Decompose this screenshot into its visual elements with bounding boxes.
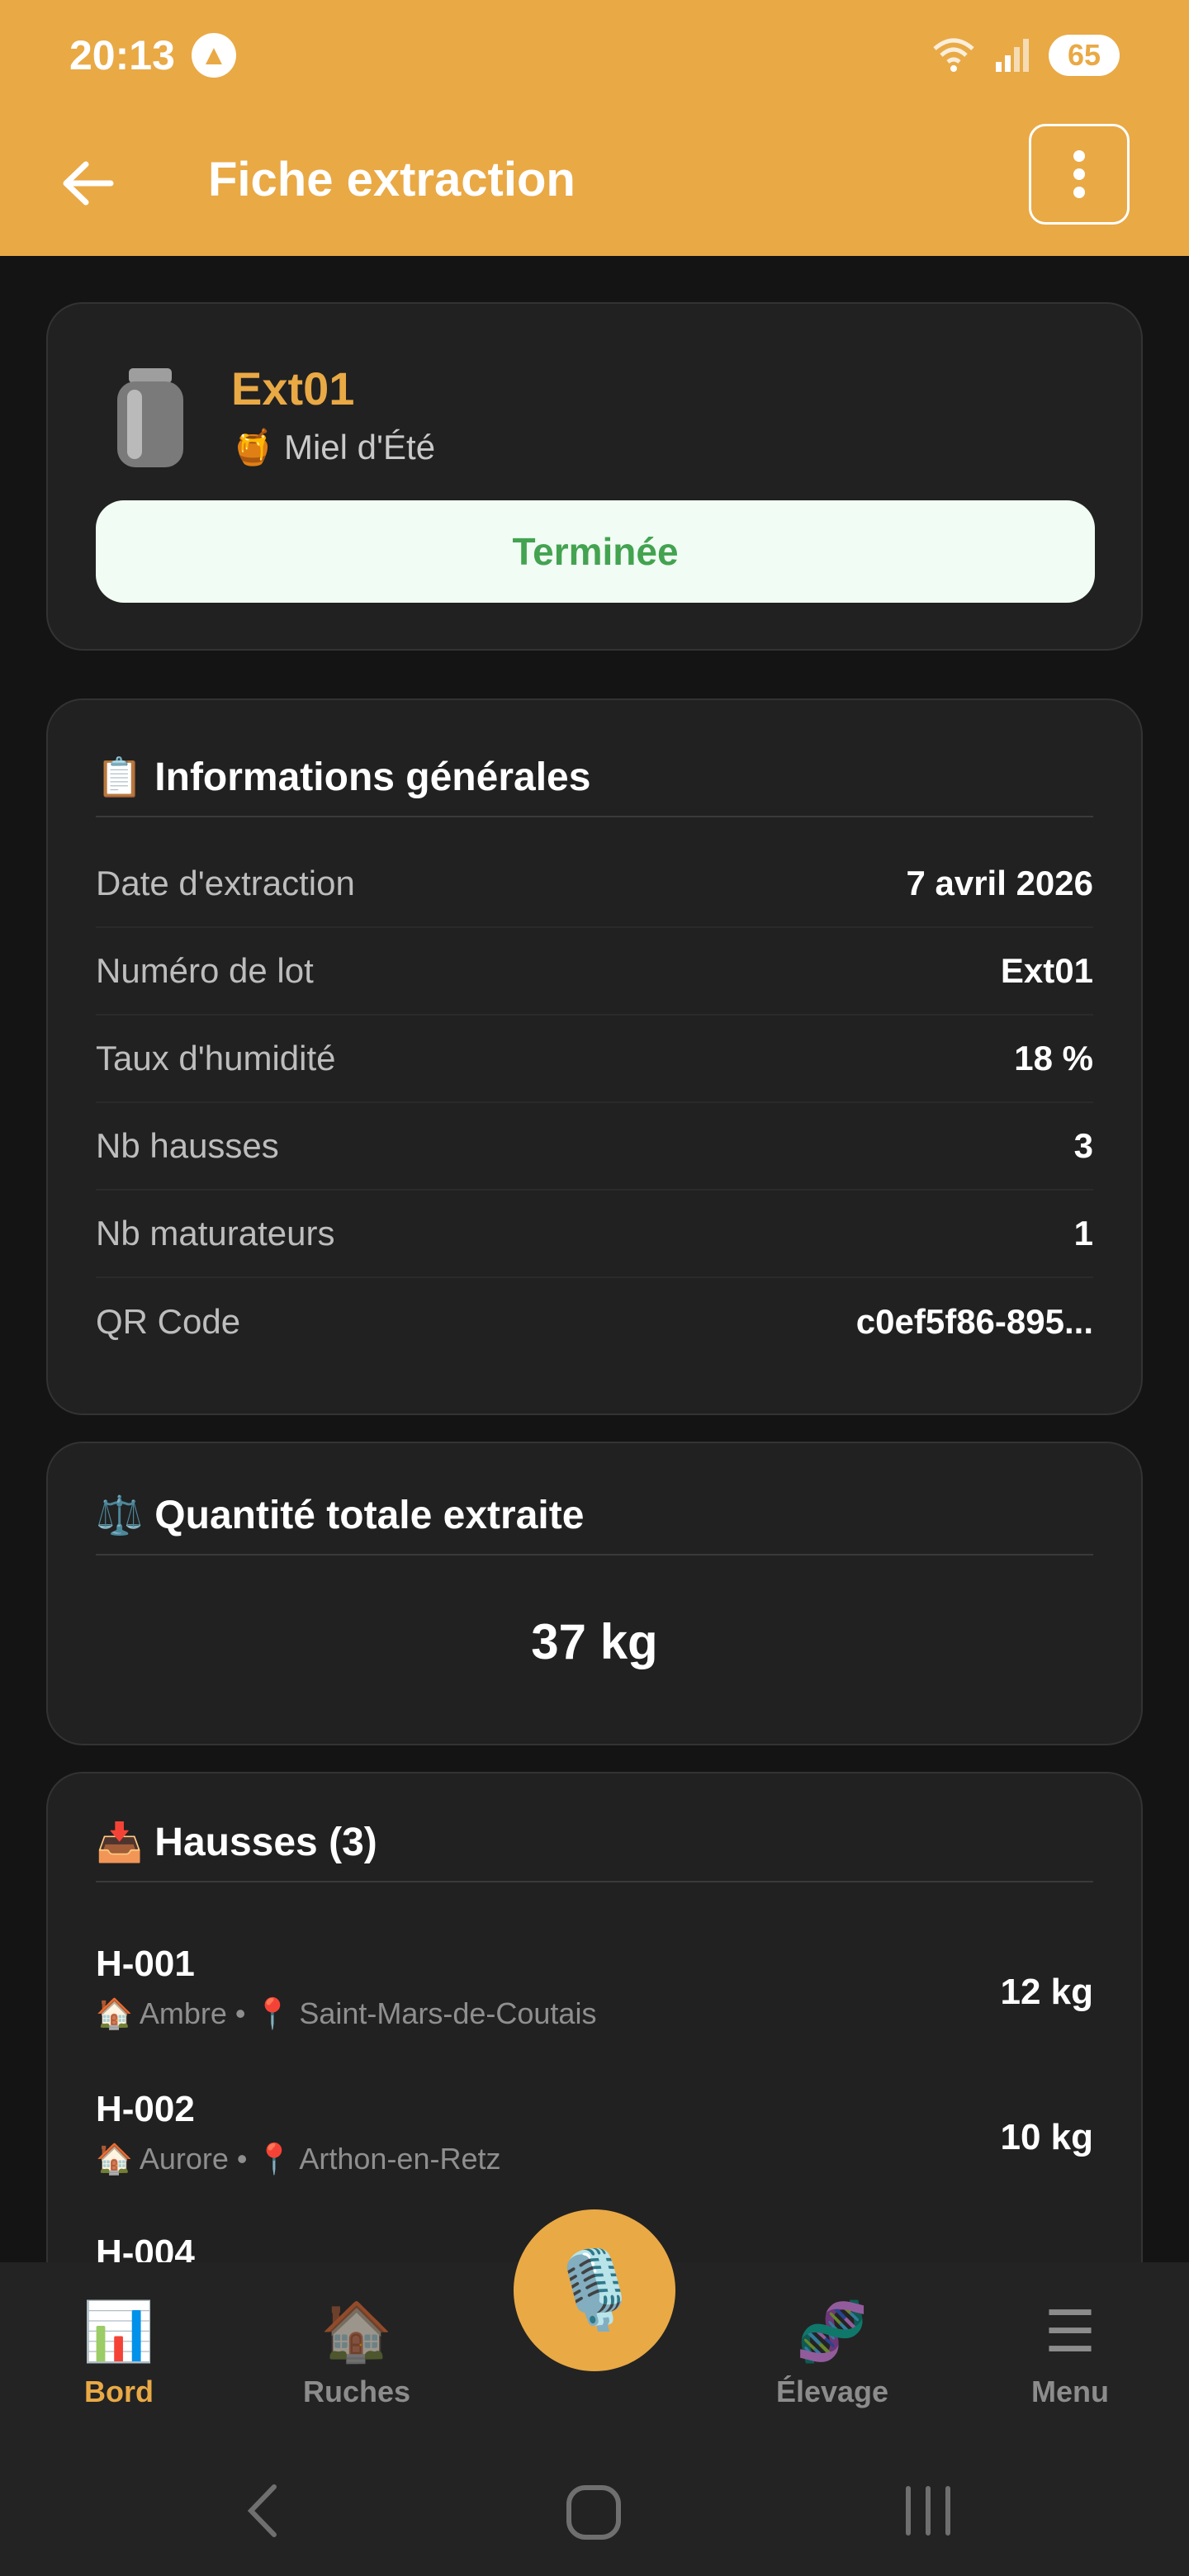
total-header: ⚖️ Quantité totale extraite <box>96 1489 1093 1556</box>
inbox-icon: 📥 <box>96 1820 144 1863</box>
info-row-hausses: Nb hausses 3 <box>96 1103 1093 1191</box>
status-badge: Terminée <box>96 500 1095 603</box>
more-options-button[interactable] <box>1029 124 1130 225</box>
info-row-lot: Numéro de lot Ext01 <box>96 928 1093 1016</box>
info-row-humidity: Taux d'humidité 18 % <box>96 1016 1093 1103</box>
status-icons: 65 <box>931 35 1120 76</box>
more-vertical-icon <box>1073 150 1085 198</box>
hausse-weight: 10 kg <box>1000 2117 1093 2157</box>
system-recents-icon[interactable] <box>902 2482 955 2540</box>
info-value: 3 <box>1073 1126 1093 1165</box>
hausse-meta: 🏠 Ambre • 📍 Saint-Mars-de-Coutais <box>96 1996 596 2031</box>
dna-icon: 🧬 <box>796 2299 869 2364</box>
nav-item-bord[interactable]: 📊 Bord <box>20 2295 218 2409</box>
section-title: Hausses (3) <box>154 1820 377 1864</box>
info-label: Taux d'humidité <box>96 1039 336 1077</box>
nav-item-menu[interactable]: ☰ Menu <box>971 2295 1169 2409</box>
page-title: Fiche extraction <box>208 153 576 206</box>
nav-item-elevage[interactable]: 🧬 Élevage <box>733 2295 931 2409</box>
separator-dot: • <box>234 1996 254 2030</box>
battery-indicator: 65 <box>1049 35 1120 76</box>
info-label: QR Code <box>96 1302 241 1341</box>
hausse-weight: 12 kg <box>1000 1972 1093 2012</box>
info-row-qr[interactable]: QR Code c0ef5f86-895... <box>96 1278 1093 1366</box>
hausse-meta: 🏠 Aurore • 📍 Arthon-en-Retz <box>96 2142 500 2176</box>
system-back-icon[interactable] <box>238 2482 287 2540</box>
back-button[interactable] <box>48 144 127 223</box>
separator-dot: • <box>236 2142 256 2176</box>
info-value: 1 <box>1073 1214 1093 1252</box>
arrow-left-icon <box>63 161 114 206</box>
signal-icon <box>996 39 1029 72</box>
nav-label: Menu <box>1031 2375 1109 2408</box>
extraction-name: Ext01 <box>231 362 355 414</box>
status-time: 20:13 <box>69 32 175 78</box>
menu-icon: ☰ <box>1044 2299 1097 2364</box>
app-notification-icon: ▲ <box>191 33 236 78</box>
nav-label: Bord <box>84 2375 154 2408</box>
section-title: Informations générales <box>154 755 591 799</box>
nav-label: Élevage <box>775 2375 889 2408</box>
hausses-header: 📥 Hausses (3) <box>96 1816 1093 1882</box>
voice-input-button[interactable]: 🎙️ <box>514 2209 675 2371</box>
info-value: 18 % <box>1014 1039 1093 1077</box>
wifi-icon <box>933 38 974 72</box>
hausse-hive: 🏠 Ambre <box>96 1996 227 2030</box>
section-title: Quantité totale extraite <box>154 1493 585 1537</box>
hausse-place: 📍 Arthon-en-Retz <box>255 2142 501 2176</box>
clipboard-icon: 📋 <box>96 755 144 798</box>
general-info-header: 📋 Informations générales <box>96 751 1093 817</box>
scale-icon: ⚖️ <box>96 1493 144 1537</box>
nav-item-ruches[interactable]: 🏠 Ruches <box>258 2295 456 2409</box>
info-value: 7 avril 2026 <box>906 864 1093 902</box>
nav-label: Ruches <box>302 2375 411 2408</box>
info-value: Ext01 <box>1000 951 1093 990</box>
qr-code-value: c0ef5f86-895... <box>855 1302 1093 1341</box>
extraction-header-card: Ext01 🍯 Miel d'Été Terminée <box>46 302 1143 651</box>
hausse-hive: 🏠 Aurore <box>96 2142 229 2176</box>
app-bar: Fiche extraction <box>0 111 1189 256</box>
info-row-maturateurs: Nb maturateurs 1 <box>96 1191 1093 1278</box>
house-icon: 🏠 <box>320 2299 393 2364</box>
system-home-icon[interactable] <box>565 2484 623 2541</box>
status-bar: 20:13 ▲ 65 <box>0 0 1189 111</box>
hausse-place: 📍 Saint-Mars-de-Coutais <box>253 1996 597 2030</box>
info-row-date: Date d'extraction 7 avril 2026 <box>96 841 1093 928</box>
system-navigation-bar <box>0 2436 1189 2576</box>
info-label: Nb maturateurs <box>96 1214 335 1252</box>
honey-pot-icon: 🍯 <box>231 428 275 466</box>
microphone-icon: 🎙️ <box>547 2247 642 2332</box>
hausse-item[interactable]: H-001 🏠 Ambre • 📍 Saint-Mars-de-Coutais … <box>96 1944 1093 2076</box>
total-quantity-card: ⚖️ Quantité totale extraite 37 kg <box>46 1442 1143 1745</box>
chart-icon: 📊 <box>83 2299 155 2364</box>
hausse-item[interactable]: H-002 🏠 Aurore • 📍 Arthon-en-Retz 10 kg <box>96 2089 1093 2221</box>
total-quantity-value: 37 kg <box>531 1614 658 1669</box>
honey-type-label: Miel d'Été <box>283 428 436 466</box>
honey-type: 🍯 Miel d'Été <box>231 428 435 468</box>
hausse-code: H-002 <box>96 2089 195 2129</box>
info-label: Date d'extraction <box>96 864 355 902</box>
hausse-code: H-001 <box>96 1944 195 1984</box>
general-info-card: 📋 Informations générales Date d'extracti… <box>46 698 1143 1415</box>
jar-icon <box>117 368 183 467</box>
info-label: Nb hausses <box>96 1126 279 1165</box>
info-label: Numéro de lot <box>96 951 314 990</box>
